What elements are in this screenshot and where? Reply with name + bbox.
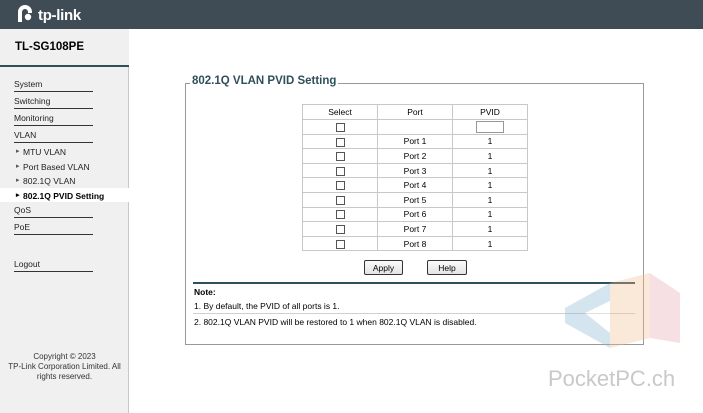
sidebar-item-vlan[interactable]: VLAN xyxy=(0,127,129,144)
note-title: Note: xyxy=(194,287,216,297)
table-row: Port 51 xyxy=(302,191,528,208)
bullet-icon: ▸ xyxy=(16,162,20,170)
sidebar-item-port-based-vlan[interactable]: ▸ Port Based VLAN xyxy=(0,159,129,174)
nav-menu: System Switching Monitoring VLAN ▸ MTU V… xyxy=(0,76,129,273)
sidebar-item-label: 802.1Q VLAN xyxy=(23,176,76,186)
table-row: Port 71 xyxy=(302,221,528,237)
column-header-pvid: PVID xyxy=(452,104,528,120)
bullet-icon: ▸ xyxy=(16,148,20,155)
sidebar-item-poe[interactable]: PoE xyxy=(0,219,129,236)
table-row: Port 41 xyxy=(302,177,528,193)
copyright-text: Copyright © 2023 TP-Link Corporation Limi… xyxy=(8,352,121,381)
table-row: Port 61 xyxy=(302,206,528,223)
port-cell: Port 2 xyxy=(377,148,453,164)
port-cell: Port 6 xyxy=(377,206,453,223)
sidebar-item-label: Switching xyxy=(14,96,51,106)
row-select-checkbox[interactable] xyxy=(335,166,345,176)
model-name: TL-SG108PE xyxy=(15,41,85,53)
sidebar-item-monitoring[interactable]: Monitoring xyxy=(0,110,129,127)
sidebar-item-label: PoE xyxy=(14,222,31,232)
sidebar-item-label: Port Based VLAN xyxy=(23,161,90,172)
table-header-row: Select Port PVID xyxy=(302,104,528,120)
pvid-cell: 1 xyxy=(452,235,528,252)
sidebar-item-mtu-vlan[interactable]: ▸ MTU VLAN xyxy=(0,144,129,159)
top-bar: tp-link xyxy=(0,0,703,29)
port-cell: Port 7 xyxy=(377,221,453,237)
row-select-checkbox[interactable] xyxy=(335,195,345,205)
bullet-icon: ▸ xyxy=(16,177,20,184)
port-cell: Port 1 xyxy=(377,133,453,150)
row-select-checkbox[interactable] xyxy=(335,210,345,220)
sidebar-item-label: MTU VLAN xyxy=(23,147,66,157)
port-cell: Port 4 xyxy=(377,177,453,193)
select-all-checkbox[interactable] xyxy=(335,122,345,132)
sidebar-item-8021q-pvid-setting[interactable]: ▸ 802.1Q PVID Setting xyxy=(0,187,129,202)
table-edit-row xyxy=(302,119,528,135)
sidebar-item-8021q-vlan[interactable]: ▸ 802.1Q VLAN xyxy=(0,173,129,188)
sidebar-item-label: QoS xyxy=(14,205,32,215)
sidebar-item-label: System xyxy=(14,79,43,89)
sidebar-item-label: Logout xyxy=(14,259,40,269)
table-row: Port 31 xyxy=(302,162,528,179)
pvid-cell: 1 xyxy=(452,162,528,179)
watermark-text: PocketPC.ch xyxy=(548,366,676,391)
model-header: TL-SG108PE xyxy=(0,29,129,67)
table-row: Port 81 xyxy=(302,235,528,252)
pvid-table: Select Port PVID Port 1 1 Port 2 1 Port 3 1 Po… xyxy=(302,104,528,252)
sidebar-item-system[interactable]: System xyxy=(0,76,129,93)
pvid-input[interactable] xyxy=(476,120,504,133)
sidebar-item-switching[interactable]: Switching xyxy=(0,93,129,110)
sidebar-item-qos[interactable]: QoS xyxy=(0,202,129,219)
note-line-1: 1. By default, the PVID of all ports is … xyxy=(194,301,340,311)
page-title: 802.1Q VLAN PVID Setting xyxy=(190,75,339,87)
sidebar-item-label: VLAN xyxy=(14,130,37,140)
row-select-checkbox[interactable] xyxy=(335,152,345,162)
pvid-cell: 1 xyxy=(452,133,528,150)
table-row: Port 21 xyxy=(302,148,528,164)
table-row: Port 11 xyxy=(302,133,528,150)
port-cell: Port 5 xyxy=(377,191,453,208)
bullet-icon: ▸ xyxy=(16,191,20,199)
column-header-port: Port xyxy=(377,104,453,120)
tp-link-logo-icon xyxy=(18,5,32,22)
sidebar: TL-SG108PE System Switching Monitoring V… xyxy=(0,29,129,413)
sidebar-item-label: 802.1Q PVID Setting xyxy=(23,190,105,201)
pvid-cell: 1 xyxy=(452,148,528,164)
brand-logo: tp-link xyxy=(15,5,81,25)
port-cell: Port 3 xyxy=(377,162,453,179)
pvid-cell: 1 xyxy=(452,221,528,237)
row-select-checkbox[interactable] xyxy=(335,225,345,235)
help-button[interactable]: Help xyxy=(427,260,467,275)
pvid-cell: 1 xyxy=(452,191,528,208)
pvid-cell: 1 xyxy=(452,177,528,193)
row-select-checkbox[interactable] xyxy=(335,239,345,249)
column-header-select: Select xyxy=(302,104,378,120)
sidebar-item-logout[interactable]: Logout xyxy=(0,256,129,273)
pocketpc-logo-icon xyxy=(565,273,680,348)
row-select-checkbox[interactable] xyxy=(335,137,345,147)
port-cell: Port 8 xyxy=(377,235,453,252)
sidebar-item-label: Monitoring xyxy=(14,113,54,123)
row-select-checkbox[interactable] xyxy=(335,181,345,191)
apply-button[interactable]: Apply xyxy=(364,260,403,275)
brand-name: tp-link xyxy=(38,6,81,24)
pvid-cell: 1 xyxy=(452,206,528,223)
note-line-2: 2. 802.1Q VLAN PVID will be restored to … xyxy=(194,317,477,327)
